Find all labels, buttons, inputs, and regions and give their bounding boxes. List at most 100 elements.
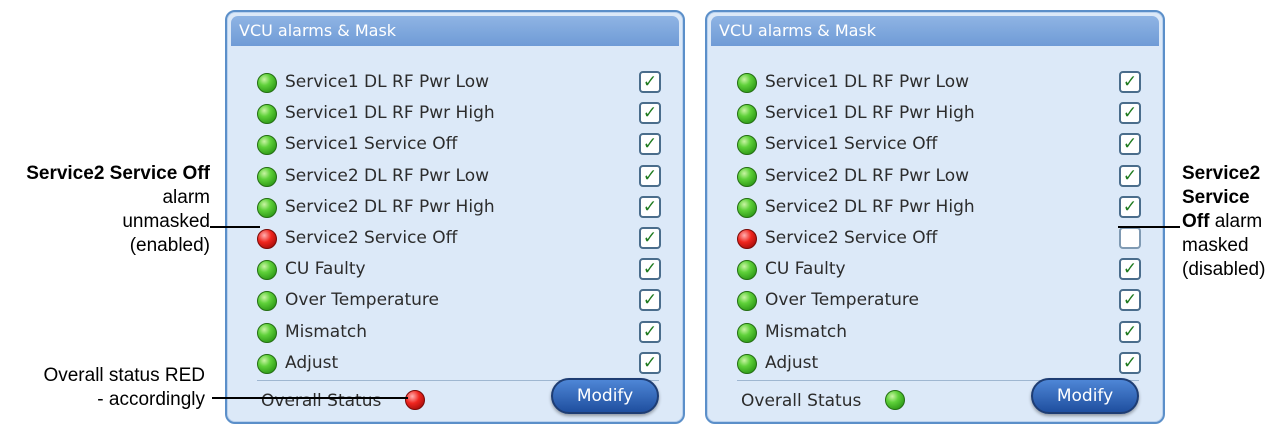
alarm-mask-checkbox[interactable]: ✓ <box>639 71 661 93</box>
alarm-mask-checkbox[interactable]: ✓ <box>639 320 661 343</box>
alarm-led-icon <box>257 166 277 187</box>
annotation-leader-line <box>1118 226 1180 228</box>
alarm-label: CU Faulty <box>285 259 366 280</box>
alarm-label: Service2 DL RF Pwr Low <box>765 165 970 186</box>
alarm-row: CU Faulty ✓ <box>737 255 1141 286</box>
annotation-masked: Service2 Service Off alarm masked (disab… <box>1182 162 1280 282</box>
alarm-row: Over Temperature ✓ <box>737 286 1141 317</box>
alarm-mask-checkbox[interactable]: ✓ <box>1119 133 1141 156</box>
alarm-led-icon <box>737 104 757 125</box>
alarm-label: Adjust <box>765 352 819 373</box>
alarm-row: Mismatch ✓ <box>257 318 661 349</box>
alarm-mask-checkbox[interactable]: ✓ <box>639 195 661 218</box>
alarm-mask-checkbox[interactable] <box>1119 226 1141 249</box>
alarm-row: Service2 Service Off ✓ <box>257 224 661 255</box>
annotation-text: masked <box>1182 235 1249 256</box>
alarm-list: Service1 DL RF Pwr Low ✓ Service1 DL RF Pw… <box>737 68 1141 380</box>
alarm-label: Service2 Service Off <box>765 227 938 248</box>
alarm-mask-checkbox[interactable]: ✓ <box>639 258 661 281</box>
annotation-text: (disabled) <box>1182 259 1266 280</box>
alarm-row: Service1 Service Off ✓ <box>737 130 1141 161</box>
alarm-row: Service2 DL RF Pwr Low ✓ <box>737 162 1141 193</box>
alarm-mask-checkbox[interactable]: ✓ <box>1119 289 1141 312</box>
alarm-label: Over Temperature <box>765 290 919 311</box>
alarm-led-icon <box>257 197 277 218</box>
alarm-led-icon <box>257 73 277 93</box>
alarm-row: Service2 DL RF Pwr Low ✓ <box>257 162 661 193</box>
alarm-mask-checkbox[interactable]: ✓ <box>639 164 661 187</box>
alarm-mask-checkbox[interactable]: ✓ <box>1119 102 1141 125</box>
annotation-text: Overall status RED <box>43 365 205 386</box>
alarm-label: Mismatch <box>285 321 368 342</box>
alarm-label: Service1 DL RF Pwr Low <box>765 72 970 92</box>
alarm-label: Service1 DL RF Pwr High <box>285 103 495 124</box>
alarm-mask-checkbox[interactable]: ✓ <box>1119 320 1141 343</box>
alarm-led-icon <box>257 228 277 249</box>
alarm-led-icon <box>737 197 757 218</box>
panel-title: VCU alarms & Mask <box>711 16 1159 46</box>
annotation-text: (enabled) <box>129 235 210 256</box>
alarm-led-icon <box>257 322 277 343</box>
alarm-mask-checkbox[interactable]: ✓ <box>1119 195 1141 218</box>
annotation-text: alarm <box>1209 211 1263 232</box>
alarm-label: Service1 Service Off <box>765 134 938 155</box>
annotation-bold-text: Service2 Service Off <box>26 163 210 184</box>
modify-button[interactable]: Modify <box>1031 378 1139 414</box>
alarm-led-icon <box>737 260 757 281</box>
alarm-row: Over Temperature ✓ <box>257 286 661 317</box>
alarm-led-icon <box>737 322 757 343</box>
vcu-alarms-panel-masked: VCU alarms & Mask Service1 DL RF Pwr Low… <box>705 10 1165 424</box>
alarm-label: Service1 Service Off <box>285 134 458 155</box>
alarm-label: Over Temperature <box>285 290 439 311</box>
alarm-label: Service2 DL RF Pwr High <box>285 196 495 217</box>
alarm-mask-checkbox[interactable]: ✓ <box>639 133 661 156</box>
alarm-label: Service2 Service Off <box>285 227 458 248</box>
alarm-row: Service2 Service Off <box>737 224 1141 255</box>
alarm-led-icon <box>737 353 757 374</box>
overall-status-label: Overall Status <box>741 391 862 411</box>
alarm-label: Mismatch <box>765 321 848 342</box>
annotation-text: alarm <box>162 187 210 208</box>
alarm-row: Service2 DL RF Pwr High ✓ <box>257 193 661 224</box>
alarm-led-icon <box>737 135 757 156</box>
alarm-row: Service1 DL RF Pwr Low ✓ <box>257 68 661 99</box>
annotation-overall-red: Overall status RED - accordingly <box>0 364 205 412</box>
alarm-row: Service1 DL RF Pwr Low ✓ <box>737 68 1141 99</box>
overall-status-led-icon <box>885 390 905 410</box>
annotation-text: unmasked <box>122 211 210 232</box>
alarm-row: CU Faulty ✓ <box>257 255 661 286</box>
modify-button[interactable]: Modify <box>551 378 659 414</box>
alarm-row: Service1 DL RF Pwr High ✓ <box>737 99 1141 130</box>
alarm-label: CU Faulty <box>765 259 846 280</box>
panel-title: VCU alarms & Mask <box>231 16 679 46</box>
alarm-row: Service1 DL RF Pwr High ✓ <box>257 99 661 130</box>
alarm-mask-checkbox[interactable]: ✓ <box>1119 71 1141 93</box>
annotation-unmasked: Service2 Service Off alarm unmasked (ena… <box>10 162 210 258</box>
alarm-mask-checkbox[interactable]: ✓ <box>639 226 661 249</box>
annotation-leader-line <box>210 226 260 228</box>
alarm-led-icon <box>737 166 757 187</box>
alarm-led-icon <box>257 104 277 125</box>
alarm-row: Adjust ✓ <box>257 349 661 380</box>
alarm-mask-checkbox[interactable]: ✓ <box>639 351 661 374</box>
annotation-leader-line <box>212 397 408 399</box>
alarm-mask-checkbox[interactable]: ✓ <box>1119 164 1141 187</box>
alarm-label: Service2 DL RF Pwr Low <box>285 165 490 186</box>
alarm-row: Mismatch ✓ <box>737 318 1141 349</box>
alarm-row: Service2 DL RF Pwr High ✓ <box>737 193 1141 224</box>
alarm-label: Service1 DL RF Pwr High <box>765 103 975 124</box>
alarm-mask-checkbox[interactable]: ✓ <box>1119 351 1141 374</box>
alarm-mask-checkbox[interactable]: ✓ <box>1119 258 1141 281</box>
alarm-led-icon <box>737 228 757 249</box>
alarm-led-icon <box>257 353 277 374</box>
vcu-alarms-panel-unmasked: VCU alarms & Mask Service1 DL RF Pwr Low… <box>225 10 685 424</box>
alarm-led-icon <box>257 291 277 312</box>
alarm-mask-checkbox[interactable]: ✓ <box>639 102 661 125</box>
alarm-label: Adjust <box>285 352 339 373</box>
alarm-led-icon <box>257 260 277 281</box>
overall-status-label: Overall Status <box>261 391 382 411</box>
overall-status-led-icon <box>405 390 425 410</box>
annotation-text: - accordingly <box>97 389 205 410</box>
alarm-mask-checkbox[interactable]: ✓ <box>639 289 661 312</box>
alarm-led-icon <box>737 291 757 312</box>
